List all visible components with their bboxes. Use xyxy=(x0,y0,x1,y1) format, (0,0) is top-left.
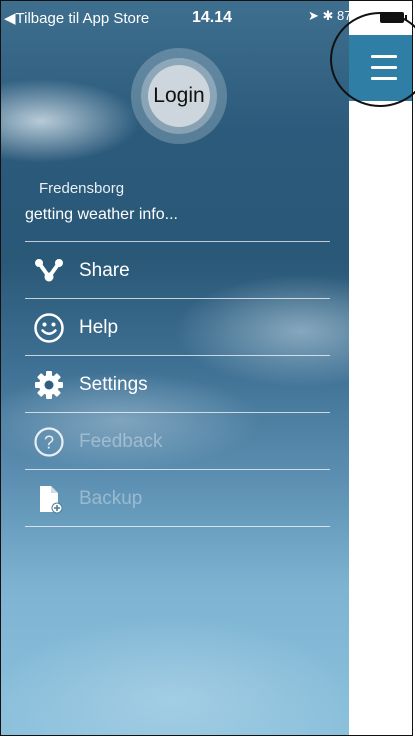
login-button-halo: Login xyxy=(131,48,227,144)
share-icon xyxy=(35,259,63,282)
menu-item-label: Help xyxy=(79,317,119,338)
menu-item-label: Backup xyxy=(79,488,143,509)
svg-text:?: ? xyxy=(44,433,54,453)
menu-item-feedback[interactable]: ? Feedback xyxy=(25,413,330,469)
login-button[interactable]: Login xyxy=(148,65,210,127)
menu-item-share[interactable]: Share xyxy=(25,242,330,298)
status-time: 14.14 xyxy=(192,9,233,26)
question-icon: ? xyxy=(34,427,64,457)
smiley-icon xyxy=(34,313,64,343)
side-menu-panel: Login Fredensborg getting weather info..… xyxy=(1,1,349,735)
menu-item-settings[interactable]: Settings xyxy=(25,356,330,412)
login-label: Login xyxy=(153,84,205,107)
menu-divider xyxy=(25,526,330,527)
app-frame: Login Fredensborg getting weather info..… xyxy=(0,0,413,736)
menu-list: Share Help Settings ? Feedback Backup xyxy=(25,241,330,527)
menu-item-label: Settings xyxy=(79,374,148,395)
back-to-app-store-link[interactable]: ◀Tilbage til App Store xyxy=(4,9,149,27)
gear-icon xyxy=(35,371,63,399)
menu-item-label: Share xyxy=(79,260,130,281)
menu-item-backup[interactable]: Backup xyxy=(25,470,330,526)
location-city: Fredensborg xyxy=(39,180,125,197)
menu-item-help[interactable]: Help xyxy=(25,299,330,355)
menu-item-label: Feedback xyxy=(79,431,163,452)
file-add-icon xyxy=(40,486,63,514)
weather-status: getting weather info... xyxy=(25,206,178,223)
